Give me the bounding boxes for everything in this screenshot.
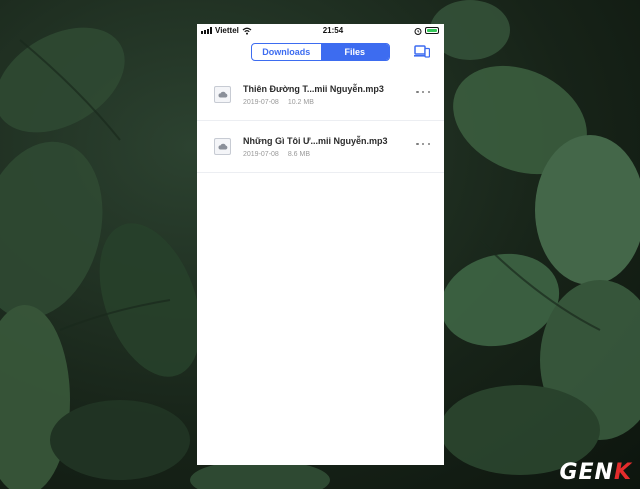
status-bar: Viettel 21:54	[197, 24, 444, 37]
nav-bar: Downloads Files	[197, 37, 444, 63]
file-date: 2019-07-08	[243, 98, 279, 106]
carrier-label: Viettel	[215, 26, 239, 35]
file-details: 2019-07-08 8.6 MB	[243, 151, 444, 158]
file-size: 10.2 MB	[287, 98, 314, 106]
tab-files[interactable]: Files	[320, 44, 389, 60]
battery-icon	[425, 27, 439, 34]
list-item[interactable]: Những Gì Tôi Ư...mii Nguyễn.mp3 2019-07-…	[197, 121, 444, 173]
status-time: 21:54	[322, 26, 344, 35]
phone-screen: Viettel 21:54 Downloads Files Thiên Đườn…	[197, 24, 444, 465]
list-item[interactable]: Thiên Đường T...mii Nguyễn.mp3 2019-07-0…	[197, 69, 444, 121]
watermark-accent: K	[613, 460, 632, 485]
file-meta: Thiên Đường T...mii Nguyễn.mp3 2019-07-0…	[243, 84, 444, 106]
genk-watermark: GENK	[559, 460, 632, 485]
more-options-icon[interactable]	[416, 140, 430, 148]
file-date: 2019-07-08	[243, 150, 279, 158]
file-size: 8.6 MB	[287, 150, 310, 158]
file-meta: Những Gì Tôi Ư...mii Nguyễn.mp3 2019-07-…	[243, 136, 444, 158]
status-left: Viettel	[201, 26, 252, 35]
file-name: Thiên Đường T...mii Nguyễn.mp3	[243, 83, 384, 94]
cloud-icon	[214, 86, 231, 103]
segmented-control: Downloads Files	[251, 43, 390, 61]
watermark-main: GEN	[559, 460, 614, 485]
alarm-icon	[414, 27, 422, 35]
file-details: 2019-07-08 10.2 MB	[243, 99, 444, 106]
more-options-icon[interactable]	[416, 88, 430, 96]
file-list: Thiên Đường T...mii Nguyễn.mp3 2019-07-0…	[197, 69, 444, 173]
signal-icon	[201, 27, 212, 34]
cloud-icon	[214, 138, 231, 155]
file-name: Những Gì Tôi Ư...mii Nguyễn.mp3	[243, 135, 388, 146]
status-right	[414, 27, 439, 35]
devices-icon[interactable]	[414, 45, 430, 58]
tab-downloads[interactable]: Downloads	[252, 44, 321, 60]
wifi-icon	[242, 27, 252, 35]
